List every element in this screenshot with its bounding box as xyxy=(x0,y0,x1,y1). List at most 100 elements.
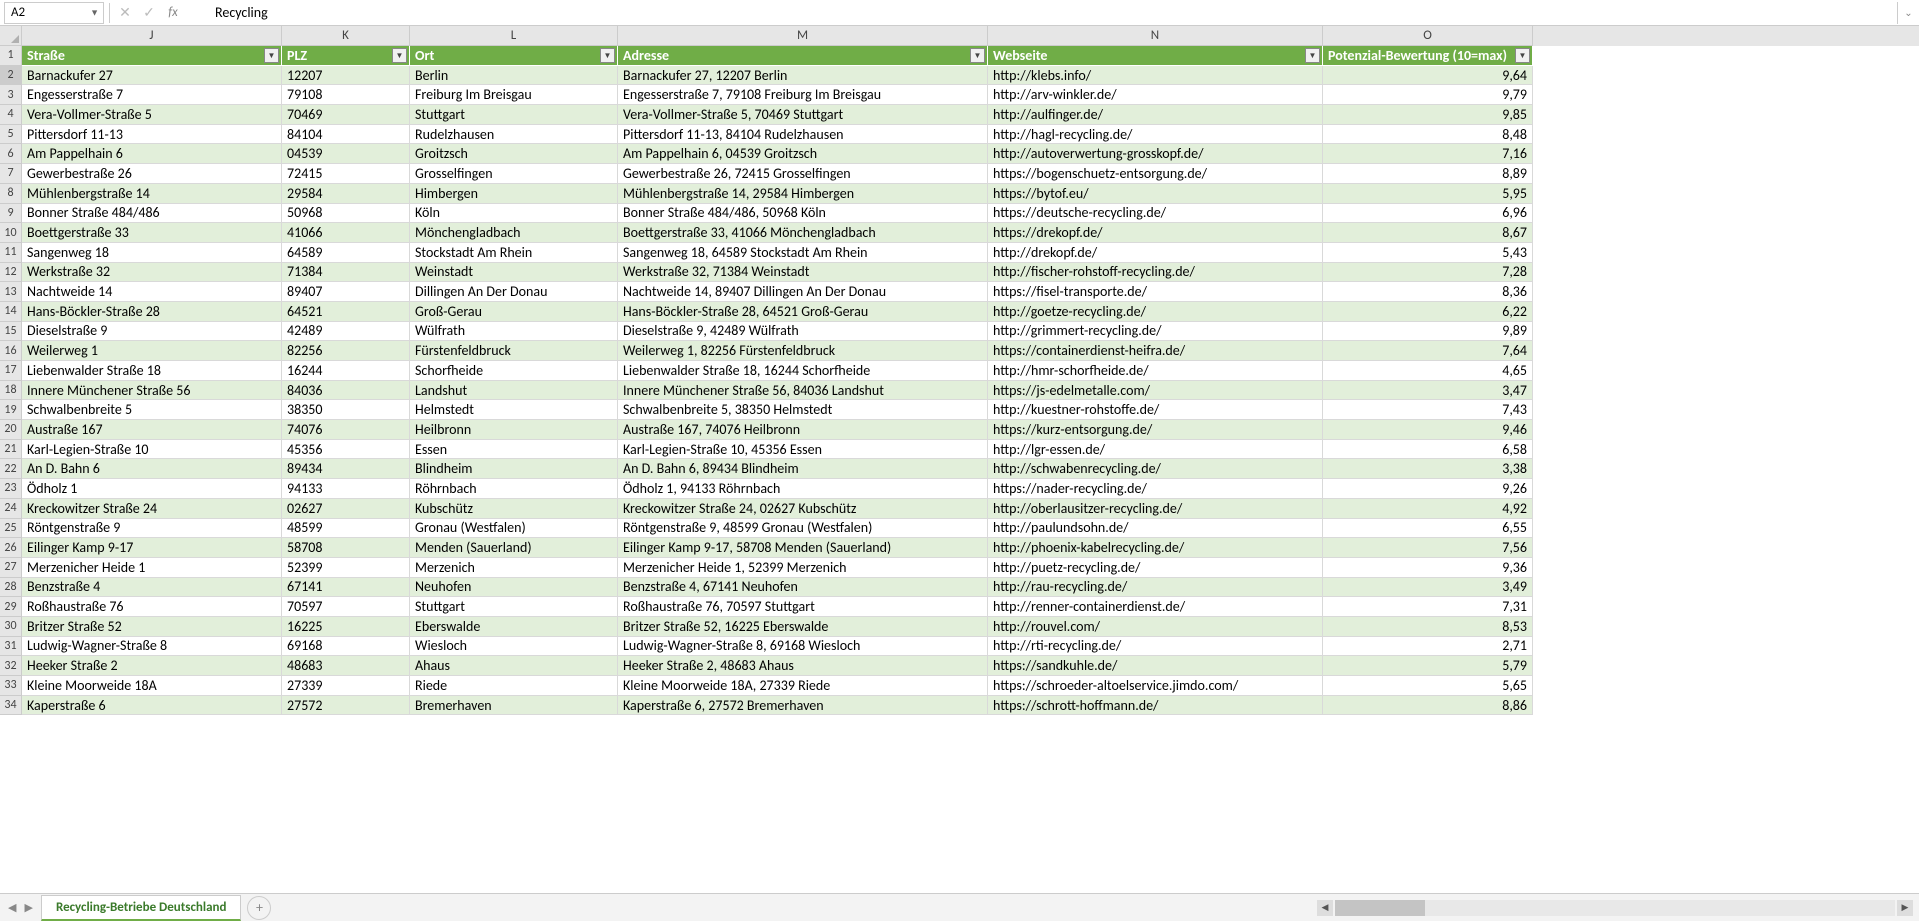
cell[interactable]: http://aulfinger.de/ xyxy=(988,105,1323,125)
cell[interactable]: Kubschütz xyxy=(410,499,618,519)
row-header[interactable]: 22 xyxy=(0,459,22,479)
cell[interactable]: https://bogenschuetz-entsorgung.de/ xyxy=(988,164,1323,184)
cell[interactable]: Weinstadt xyxy=(410,263,618,283)
cell[interactable]: Benzstraße 4 xyxy=(22,578,282,598)
row-header[interactable]: 25 xyxy=(0,519,22,539)
cell[interactable]: 9,64 xyxy=(1323,66,1533,86)
cell[interactable]: 5,65 xyxy=(1323,676,1533,696)
cell[interactable]: 70469 xyxy=(282,105,410,125)
column-header-L[interactable]: L xyxy=(410,26,618,46)
cell[interactable]: Liebenwalder Straße 18, 16244 Schorfheid… xyxy=(618,361,988,381)
filter-dropdown-icon[interactable]: ▼ xyxy=(600,48,615,63)
name-box[interactable]: A2 ▼ xyxy=(4,2,104,24)
cell[interactable]: Austraße 167 xyxy=(22,420,282,440)
cell[interactable]: Werkstraße 32, 71384 Weinstadt xyxy=(618,263,988,283)
column-header-K[interactable]: K xyxy=(282,26,410,46)
cell[interactable]: 3,47 xyxy=(1323,381,1533,401)
cell[interactable]: Weilerweg 1 xyxy=(22,341,282,361)
cell[interactable]: Eberswalde xyxy=(410,617,618,637)
header-cell-L[interactable]: Ort▼ xyxy=(410,46,618,66)
cell[interactable]: Bonner Straße 484/486 xyxy=(22,204,282,224)
cell[interactable]: 89407 xyxy=(282,282,410,302)
cell[interactable]: https://sandkuhle.de/ xyxy=(988,656,1323,676)
cell[interactable]: Ahaus xyxy=(410,656,618,676)
cell[interactable]: Bonner Straße 484/486, 50968 Köln xyxy=(618,204,988,224)
cell[interactable]: 04539 xyxy=(282,144,410,164)
cell[interactable]: http://goetze-recycling.de/ xyxy=(988,302,1323,322)
row-header[interactable]: 14 xyxy=(0,302,22,322)
cell[interactable]: Kleine Moorweide 18A, 27339 Riede xyxy=(618,676,988,696)
cell[interactable]: 42489 xyxy=(282,322,410,342)
row-header[interactable]: 26 xyxy=(0,538,22,558)
cell[interactable]: http://arv-winkler.de/ xyxy=(988,85,1323,105)
cell[interactable]: 02627 xyxy=(282,499,410,519)
cell[interactable]: http://autoverwertung-grosskopf.de/ xyxy=(988,144,1323,164)
fx-button[interactable]: fx xyxy=(161,2,185,24)
cell[interactable]: Kreckowitzer Straße 24, 02627 Kubschütz xyxy=(618,499,988,519)
cell[interactable]: Berlin xyxy=(410,66,618,86)
cell[interactable]: Werkstraße 32 xyxy=(22,263,282,283)
cell[interactable]: 3,38 xyxy=(1323,459,1533,479)
cell[interactable]: https://drekopf.de/ xyxy=(988,223,1323,243)
row-header[interactable]: 15 xyxy=(0,322,22,342)
cell[interactable]: 9,46 xyxy=(1323,420,1533,440)
cell[interactable]: 79108 xyxy=(282,85,410,105)
cell[interactable]: 6,96 xyxy=(1323,204,1533,224)
cell[interactable]: Stockstadt Am Rhein xyxy=(410,243,618,263)
cell[interactable]: An D. Bahn 6, 89434 Blindheim xyxy=(618,459,988,479)
row-header[interactable]: 2 xyxy=(0,66,22,86)
cell[interactable]: http://phoenix-kabelrecycling.de/ xyxy=(988,538,1323,558)
row-header[interactable]: 34 xyxy=(0,696,22,716)
row-header[interactable]: 9 xyxy=(0,204,22,224)
cell[interactable]: https://schrott-hoffmann.de/ xyxy=(988,696,1323,716)
cell[interactable]: 8,86 xyxy=(1323,696,1533,716)
cell[interactable]: 7,28 xyxy=(1323,263,1533,283)
cell[interactable]: 9,85 xyxy=(1323,105,1533,125)
cell[interactable]: Dillingen An Der Donau xyxy=(410,282,618,302)
cell[interactable]: 2,71 xyxy=(1323,637,1533,657)
add-sheet-button[interactable]: + xyxy=(247,896,271,920)
row-header[interactable]: 32 xyxy=(0,656,22,676)
cell[interactable]: Roßhaustraße 76 xyxy=(22,597,282,617)
cell[interactable]: http://drekopf.de/ xyxy=(988,243,1323,263)
cell[interactable]: Wülfrath xyxy=(410,322,618,342)
row-header[interactable]: 11 xyxy=(0,243,22,263)
cell[interactable]: 5,79 xyxy=(1323,656,1533,676)
cell[interactable]: 7,43 xyxy=(1323,400,1533,420)
cell[interactable]: https://fisel-transporte.de/ xyxy=(988,282,1323,302)
cell[interactable]: 7,16 xyxy=(1323,144,1533,164)
cell[interactable]: 8,67 xyxy=(1323,223,1533,243)
cell[interactable]: 29584 xyxy=(282,184,410,204)
row-header[interactable]: 3 xyxy=(0,85,22,105)
scroll-thumb[interactable] xyxy=(1335,900,1425,916)
header-cell-M[interactable]: Adresse▼ xyxy=(618,46,988,66)
cell[interactable]: Dieselstraße 9, 42489 Wülfrath xyxy=(618,322,988,342)
cell[interactable]: http://klebs.info/ xyxy=(988,66,1323,86)
cell[interactable]: Wiesloch xyxy=(410,637,618,657)
filter-dropdown-icon[interactable]: ▼ xyxy=(1305,48,1320,63)
cell[interactable]: Austraße 167, 74076 Heilbronn xyxy=(618,420,988,440)
cell[interactable]: http://hmr-schorfheide.de/ xyxy=(988,361,1323,381)
row-header[interactable]: 23 xyxy=(0,479,22,499)
cell[interactable]: 8,36 xyxy=(1323,282,1533,302)
row-header[interactable]: 13 xyxy=(0,282,22,302)
select-all-corner[interactable] xyxy=(0,26,22,46)
cell[interactable]: Rudelzhausen xyxy=(410,125,618,145)
cell[interactable]: 16244 xyxy=(282,361,410,381)
cell[interactable]: Fürstenfeldbruck xyxy=(410,341,618,361)
cell[interactable]: http://lgr-essen.de/ xyxy=(988,440,1323,460)
cell[interactable]: Essen xyxy=(410,440,618,460)
cell[interactable]: Groitzsch xyxy=(410,144,618,164)
cell[interactable]: 94133 xyxy=(282,479,410,499)
cell[interactable]: 27572 xyxy=(282,696,410,716)
cell[interactable]: Engesserstraße 7, 79108 Freiburg Im Brei… xyxy=(618,85,988,105)
row-header[interactable]: 27 xyxy=(0,558,22,578)
cell[interactable]: Innere Münchener Straße 56, 84036 Landsh… xyxy=(618,381,988,401)
cell[interactable]: Kaperstraße 6, 27572 Bremerhaven xyxy=(618,696,988,716)
cell[interactable]: https://bytof.eu/ xyxy=(988,184,1323,204)
cell[interactable]: Engesserstraße 7 xyxy=(22,85,282,105)
cell[interactable]: https://schroeder-altoelservice.jimdo.co… xyxy=(988,676,1323,696)
cell[interactable]: 48683 xyxy=(282,656,410,676)
row-header[interactable]: 18 xyxy=(0,381,22,401)
row-header[interactable]: 33 xyxy=(0,676,22,696)
